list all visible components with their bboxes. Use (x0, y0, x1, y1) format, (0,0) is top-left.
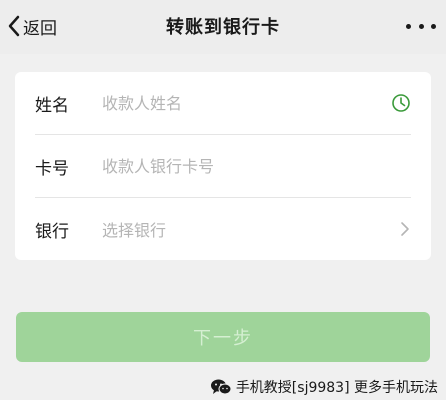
bank-select[interactable]: 选择银行 (102, 217, 166, 241)
next-step-button[interactable]: 下一步 (16, 312, 430, 362)
name-label: 姓名 (35, 95, 69, 116)
nav-bar: 返回 转账到银行卡 (0, 0, 446, 54)
more-dot (418, 23, 424, 29)
page-title: 转账到银行卡 (166, 17, 280, 38)
more-dot (406, 23, 411, 29)
more-button[interactable] (406, 16, 436, 36)
card-number-input[interactable] (102, 151, 382, 181)
transfer-form: 姓名 卡号 银行 选择银行 (15, 72, 431, 260)
card-row: 卡号 (15, 135, 431, 197)
clock-icon[interactable] (391, 93, 411, 113)
bank-row[interactable]: 银行 选择银行 (15, 198, 431, 260)
card-label: 卡号 (35, 158, 69, 179)
watermark: 手机教授[sj9983] 更多手机玩法 (210, 376, 438, 398)
watermark-text: 手机教授[sj9983] 更多手机玩法 (235, 380, 438, 396)
wechat-logo-icon (210, 379, 232, 395)
name-input[interactable] (102, 88, 382, 118)
name-row: 姓名 (15, 72, 431, 134)
chevron-right-icon (401, 222, 409, 236)
more-dot (431, 23, 436, 29)
bank-label: 银行 (35, 221, 69, 242)
